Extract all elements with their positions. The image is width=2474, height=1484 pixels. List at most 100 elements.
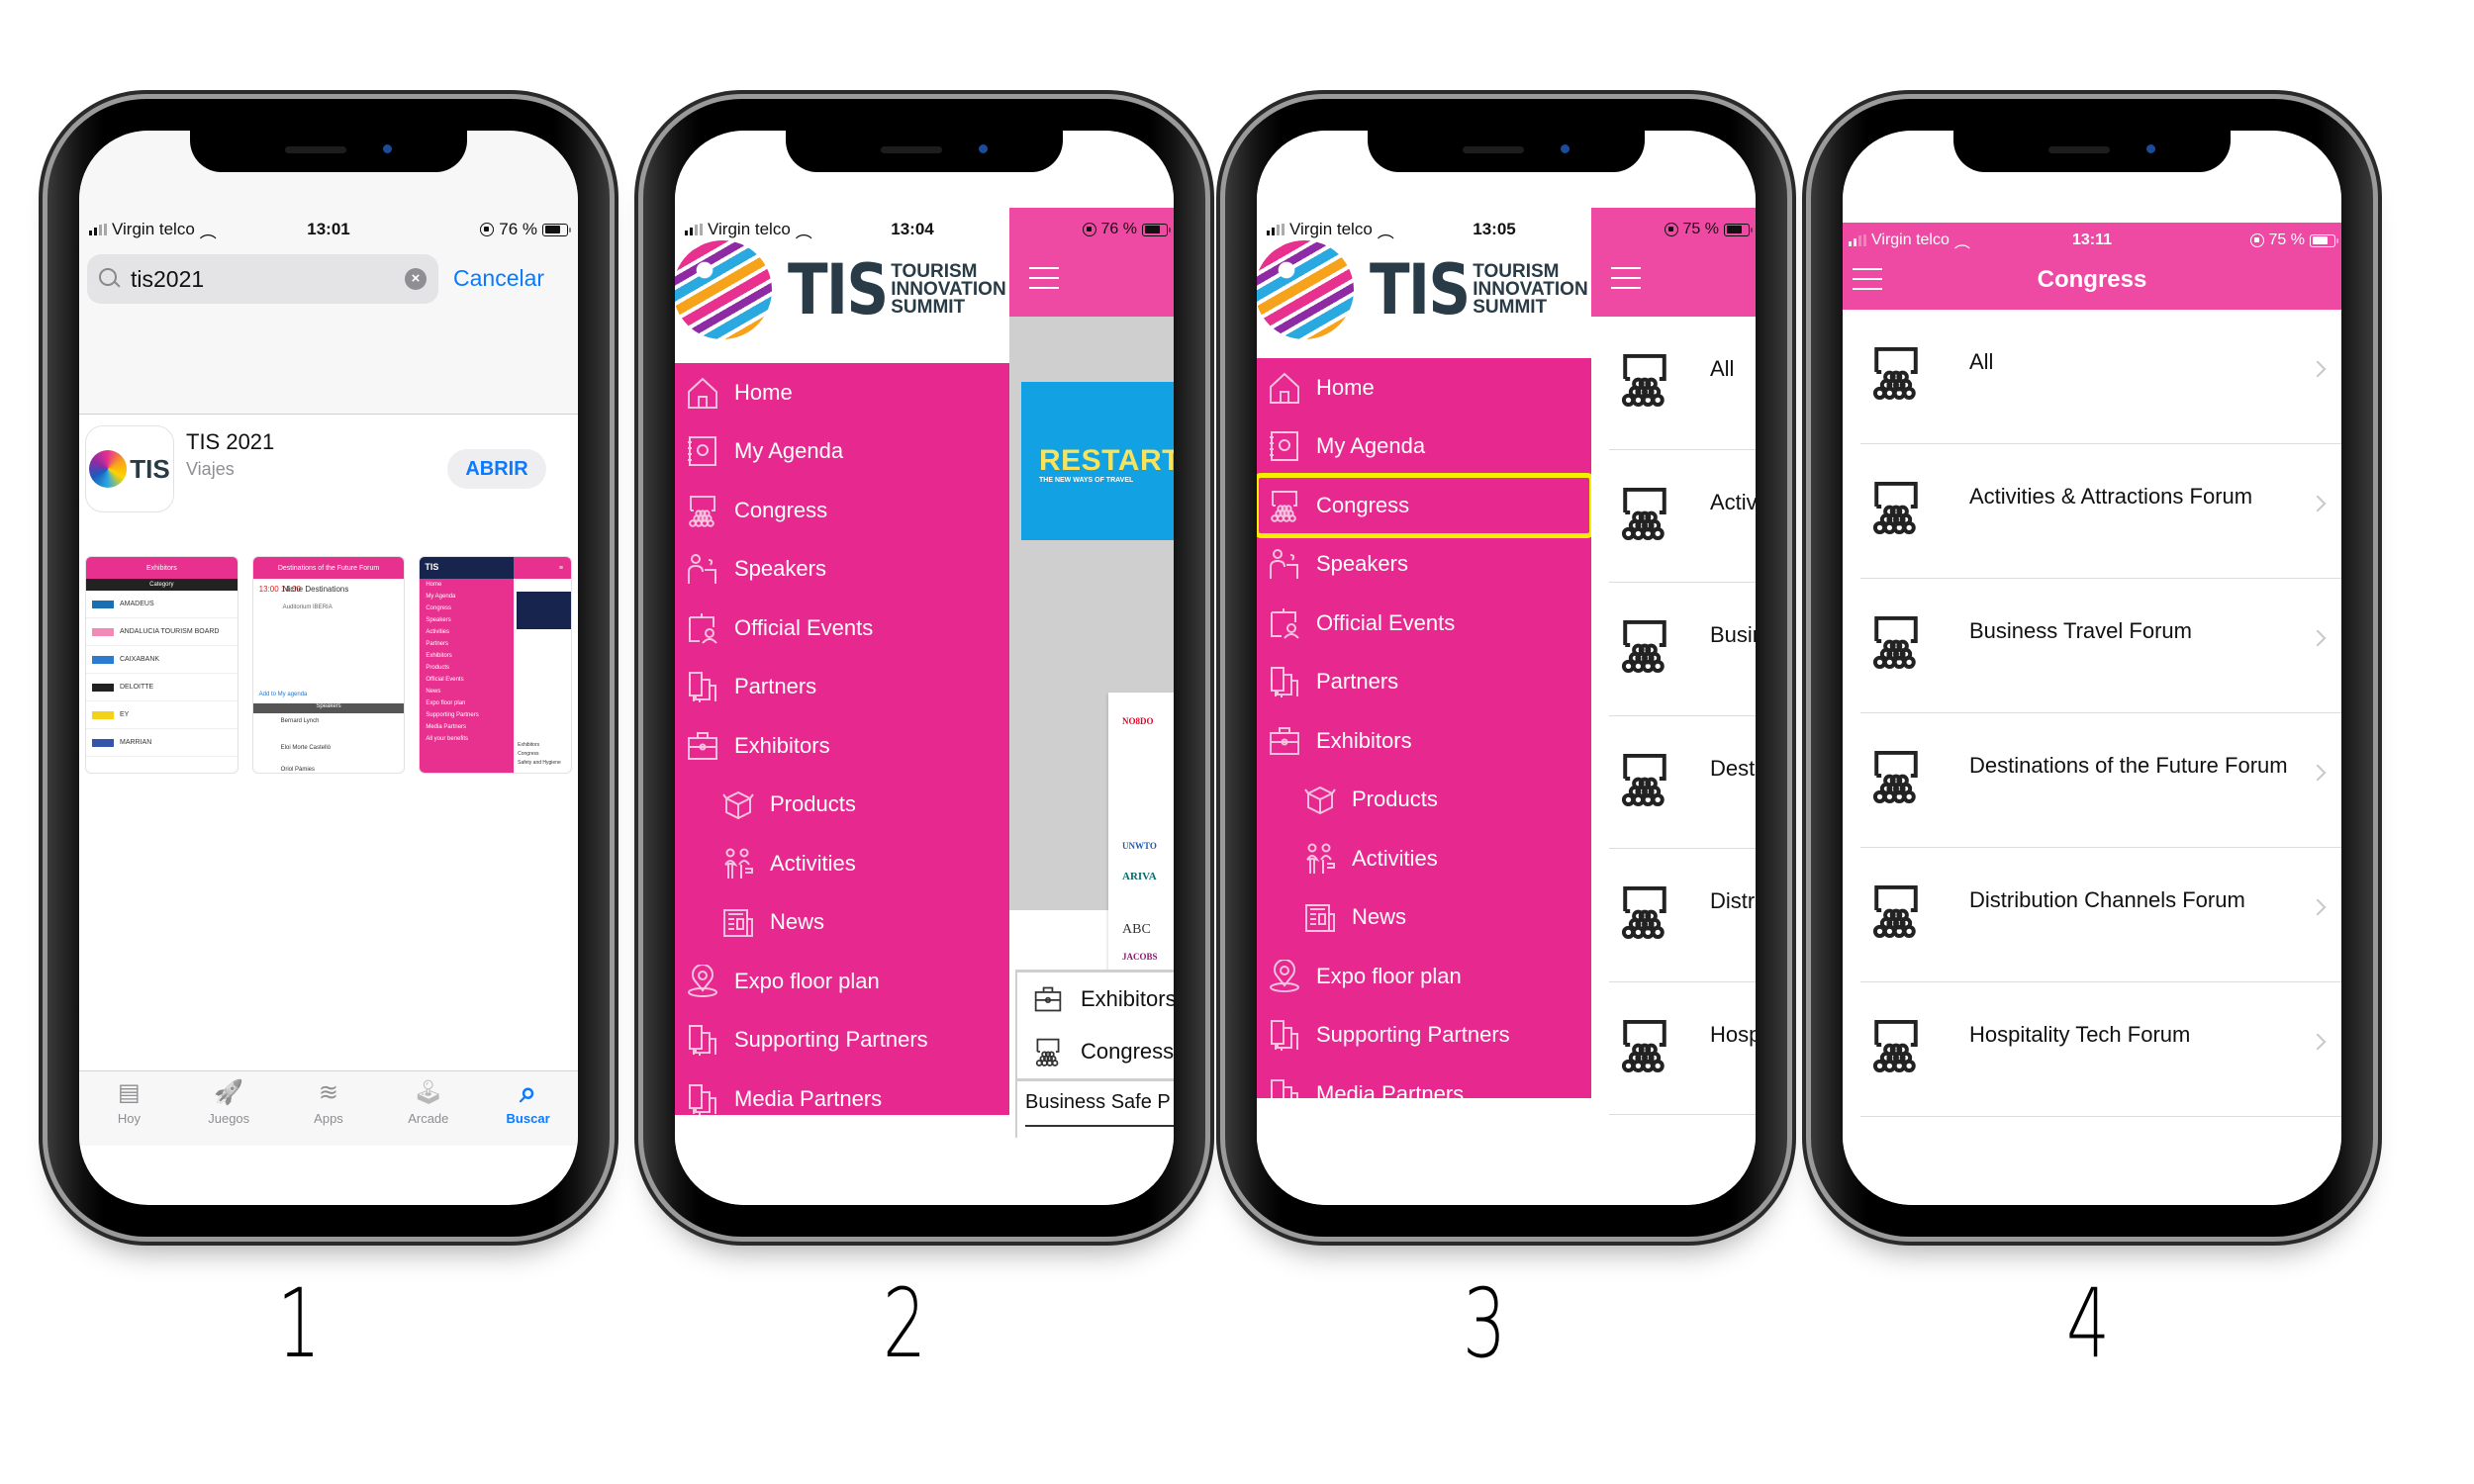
partners-icon-wrap bbox=[1265, 1074, 1304, 1098]
screenshot-forum-session[interactable]: Destinations of the Future Forum 13:00 1… bbox=[251, 556, 406, 774]
app-header: 76 % bbox=[1009, 208, 1174, 317]
wifi-icon: ︵ bbox=[199, 222, 217, 241]
menu-item-home[interactable]: Home bbox=[1257, 358, 1591, 417]
menu-item-news[interactable]: News bbox=[675, 893, 1009, 953]
congress-icon bbox=[1868, 478, 1924, 535]
thumb-row: CAIXABANK bbox=[86, 646, 238, 674]
thumb-row: AMADEUS bbox=[86, 591, 238, 618]
forum-list-item[interactable]: Distri bbox=[1609, 849, 1756, 982]
thumb-section: Speakers bbox=[252, 703, 405, 713]
menu-item-congress[interactable]: Congress bbox=[675, 481, 1009, 540]
news-preview[interactable]: Business Safe P bbox=[1015, 1078, 1174, 1138]
search-input[interactable]: tis2021 × bbox=[87, 254, 438, 304]
hamburger-menu-icon[interactable] bbox=[1611, 267, 1641, 289]
status-bar-right: 76 % bbox=[1009, 212, 1174, 247]
menu-item-home[interactable]: Home bbox=[675, 363, 1009, 422]
menu-item-exhibitors[interactable]: Exhibitors bbox=[1257, 711, 1591, 771]
forum-label: Business Travel Forum bbox=[1969, 618, 2192, 643]
forum-list-item[interactable]: Hosp bbox=[1609, 982, 1756, 1115]
menu-item-expo-floor-plan[interactable]: Expo floor plan bbox=[1257, 947, 1591, 1006]
restart-banner[interactable]: RESTART THE NEW WAYS OF TRAVEL bbox=[1021, 382, 1174, 540]
tab-arcade[interactable]: 🕹 Arcade bbox=[378, 1071, 478, 1146]
menu-item-supporting-partners[interactable]: Supporting Partners bbox=[675, 1011, 1009, 1070]
forum-list-item[interactable]: Business Travel Forum bbox=[1860, 579, 2341, 713]
sponsor-logo: UNWTO bbox=[1122, 841, 1157, 851]
quick-link-exhibitors[interactable]: Exhibitors bbox=[1017, 973, 1174, 1025]
tab-games[interactable]: 🚀 Juegos bbox=[179, 1071, 279, 1146]
menu-item-expo-floor-plan[interactable]: Expo floor plan bbox=[675, 952, 1009, 1011]
app-name: TIS 2021 bbox=[186, 429, 275, 454]
menu-item-media-partners[interactable]: Media Partners bbox=[1257, 1065, 1591, 1098]
thumb-row: MARRIAN bbox=[86, 729, 238, 757]
speakers-icon-wrap bbox=[1265, 544, 1304, 584]
forum-list-item[interactable]: Hospitality Tech Forum bbox=[1860, 982, 2341, 1117]
search-icon bbox=[99, 268, 121, 290]
menu-item-my-agenda[interactable]: My Agenda bbox=[675, 422, 1009, 482]
forum-list-item[interactable]: All bbox=[1609, 317, 1756, 450]
cancel-button[interactable]: Cancelar bbox=[453, 265, 544, 292]
menu-item-activities[interactable]: Activities bbox=[675, 834, 1009, 893]
forum-list-item[interactable]: Busin bbox=[1609, 583, 1756, 716]
forum-list-item[interactable]: Destinations of the Future Forum bbox=[1860, 713, 2341, 848]
official-events-icon bbox=[686, 611, 719, 645]
thumb-speaker: Bernard Lynch bbox=[280, 718, 320, 724]
map-pin-icon-wrap bbox=[683, 962, 722, 1001]
official-events-icon-wrap bbox=[683, 608, 722, 648]
open-app-button[interactable]: ABRIR bbox=[447, 449, 546, 489]
today-icon: ▤ bbox=[118, 1079, 141, 1106]
hamburger-menu-icon[interactable] bbox=[1029, 267, 1059, 289]
menu-item-news[interactable]: News bbox=[1257, 888, 1591, 948]
box-icon-wrap bbox=[718, 785, 758, 824]
congress-icon bbox=[1268, 489, 1301, 522]
congress-icon bbox=[1617, 750, 1672, 807]
menu-item-partners[interactable]: Partners bbox=[675, 658, 1009, 717]
menu-item-products[interactable]: Products bbox=[675, 776, 1009, 835]
clear-search-icon[interactable]: × bbox=[405, 268, 427, 290]
menu-item-supporting-partners[interactable]: Supporting Partners bbox=[1257, 1006, 1591, 1066]
menu-item-label: Exhibitors bbox=[1316, 727, 1412, 753]
forum-list-item[interactable]: Distribution Channels Forum bbox=[1860, 848, 2341, 982]
menu-item-speakers[interactable]: Speakers bbox=[1257, 535, 1591, 595]
tab-apps[interactable]: ≋ Apps bbox=[279, 1071, 379, 1146]
app-result[interactable]: TIS TIS 2021 Viajes ABRIR bbox=[85, 425, 578, 554]
battery-percent: 75 % bbox=[1682, 221, 1719, 237]
screenshot-menu[interactable]: ≡ TIS Home My Agenda Congress Speakers Activ… bbox=[419, 556, 573, 774]
tab-today[interactable]: ▤ Hoy bbox=[79, 1071, 179, 1146]
forum-label: All bbox=[1710, 356, 1735, 381]
menu-item-media-partners[interactable]: Media Partners bbox=[675, 1069, 1009, 1115]
status-bar: Virgin telco ︵ 13:11 75 % bbox=[1843, 223, 2341, 258]
menu-item-products[interactable]: Products bbox=[1257, 771, 1591, 830]
phone-frame-2: 76 % RESTART THE NEW WAYS OF TRAVEL NO8D… bbox=[643, 99, 1205, 1237]
partners-icon bbox=[686, 1082, 719, 1115]
partners-icon bbox=[1268, 1018, 1301, 1052]
partners-icon-wrap bbox=[683, 1079, 722, 1115]
forum-list-item[interactable]: All bbox=[1860, 310, 2341, 444]
step-number-4: 4 bbox=[2066, 1268, 2110, 1379]
tab-search[interactable]: ⌕ Buscar bbox=[478, 1071, 578, 1146]
menu-item-activities[interactable]: Activities bbox=[1257, 829, 1591, 888]
app-screenshots[interactable]: Exhibitors Category AMADEUS ANDALUCIA TO… bbox=[85, 556, 573, 774]
home-content: 76 % RESTART THE NEW WAYS OF TRAVEL NO8D… bbox=[1009, 131, 1174, 1205]
menu-item-partners[interactable]: Partners bbox=[1257, 653, 1591, 712]
menu-item-speakers[interactable]: Speakers bbox=[675, 540, 1009, 600]
menu-item-official-events[interactable]: Official Events bbox=[675, 599, 1009, 658]
battery-percent: 75 % bbox=[2268, 232, 2305, 248]
app-icon[interactable]: TIS bbox=[85, 425, 174, 512]
tis-globe-logo bbox=[1257, 240, 1354, 339]
forum-list-item[interactable]: Desti bbox=[1609, 716, 1756, 849]
forum-label: Busin bbox=[1710, 622, 1756, 647]
menu-item-label: News bbox=[770, 909, 825, 935]
forum-list-item[interactable]: Activ bbox=[1609, 450, 1756, 583]
forum-list-item[interactable]: Activities & Attractions Forum bbox=[1860, 444, 2341, 579]
menu-item-congress[interactable]: Congress bbox=[1257, 473, 1591, 538]
screenshot-exhibitors[interactable]: Exhibitors Category AMADEUS ANDALUCIA TO… bbox=[85, 556, 238, 774]
quick-link-congress[interactable]: Congress bbox=[1017, 1025, 1174, 1077]
agenda-icon-wrap bbox=[1265, 426, 1304, 466]
menu-item-exhibitors[interactable]: Exhibitors bbox=[675, 716, 1009, 776]
layers-icon: ≋ bbox=[318, 1079, 339, 1106]
menu-item-label: Expo floor plan bbox=[734, 968, 880, 993]
thumb-speaker: Eloi Morte Castelló bbox=[280, 745, 332, 751]
menu-item-official-events[interactable]: Official Events bbox=[1257, 594, 1591, 653]
logo-tagline: TOURISM INNOVATION SUMMIT bbox=[1473, 261, 1588, 318]
menu-item-my-agenda[interactable]: My Agenda bbox=[1257, 417, 1591, 477]
